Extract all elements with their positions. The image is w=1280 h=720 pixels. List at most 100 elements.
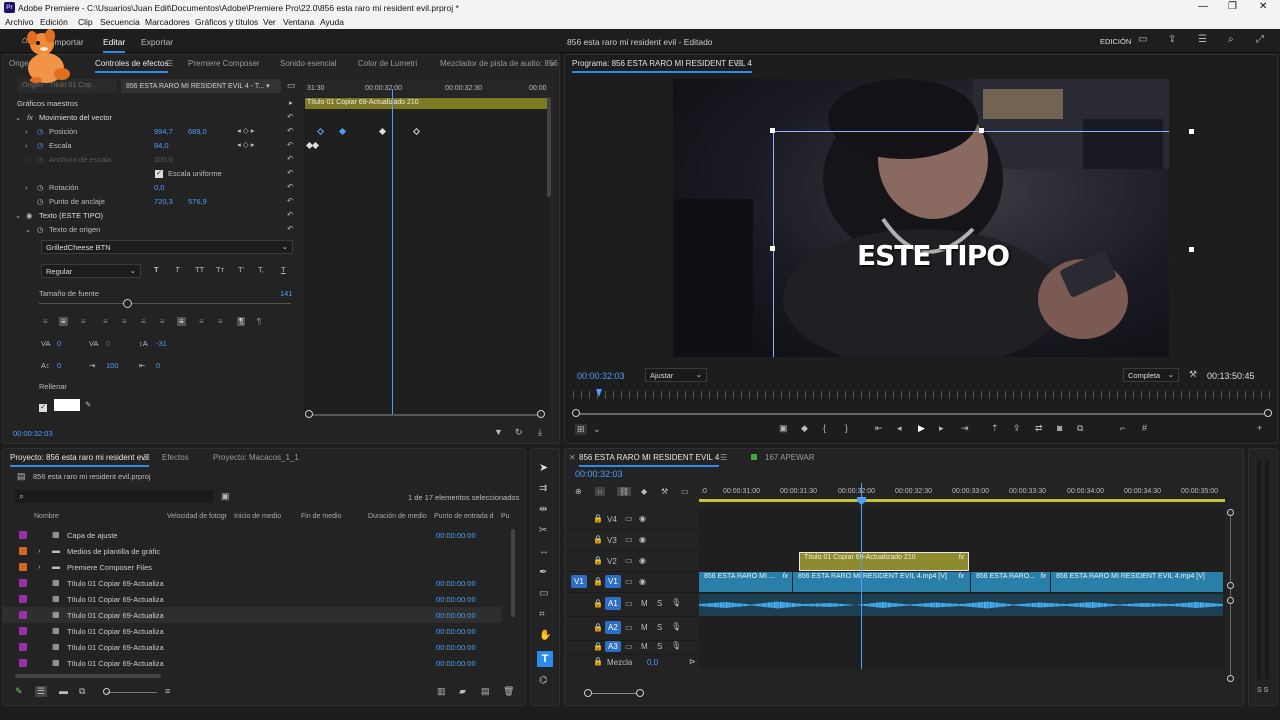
position-expand-icon[interactable]: › — [25, 127, 28, 140]
menu-lines-icon[interactable]: ☰ — [1198, 34, 1207, 45]
list-item[interactable]: ▦ Título 01 Copiar 69-Actualiza 00:00:00:0… — [3, 575, 501, 591]
list-item[interactable]: ▦ Capa de ajuste 00:00:00:00 — [3, 527, 501, 543]
sync-icon[interactable]: ▭ — [625, 556, 633, 565]
font-style-dropdown[interactable]: Regular ⌄ — [41, 264, 141, 278]
position-keyframe-nav[interactable]: ◂ ◇ ▸ — [237, 126, 254, 139]
top-align-icon[interactable]: ≡ — [177, 317, 186, 326]
wrench-icon[interactable]: ⚒ — [661, 487, 668, 496]
sync-icon[interactable]: ▭ — [625, 642, 633, 651]
play-icon[interactable]: ▶ — [918, 423, 925, 434]
track-v3-label[interactable]: V3 — [607, 536, 617, 545]
zoom-slider[interactable] — [107, 692, 157, 693]
smallcaps-button[interactable]: Tт — [216, 265, 224, 278]
keyframe-icon[interactable] — [412, 127, 421, 136]
work-area-bar[interactable] — [699, 499, 1225, 502]
track-v2-label[interactable]: V2 — [607, 557, 617, 566]
font-size-value[interactable]: 141 — [280, 289, 293, 302]
wrench-icon[interactable]: ⚒ — [1189, 369, 1197, 380]
program-ruler[interactable] — [573, 391, 1271, 399]
tab-proyecto[interactable]: Proyecto: 856 esta raro mi resident evil — [10, 453, 149, 467]
reset-icon[interactable]: ↶ — [287, 182, 293, 195]
video-clip[interactable]: 856 ESTA RARO MI ... fx — [699, 572, 793, 592]
col-pu[interactable]: Pu — [501, 513, 510, 520]
list-item[interactable]: ▦ Título 01 Copiar 69-Actualiza 00:00:00:0… — [3, 607, 501, 623]
vscroll-handle[interactable] — [1227, 597, 1234, 604]
tab-color-lumetri[interactable]: Color de Lumetri — [358, 59, 417, 68]
tab-mezclador[interactable]: Mezclador de pista de audio: 856 — [440, 59, 558, 68]
bbox-handle[interactable] — [770, 128, 775, 133]
lock-icon[interactable]: 🔒 — [593, 599, 603, 608]
lock-icon[interactable]: 🔒 — [593, 642, 603, 651]
eyedropper-icon[interactable]: ✎ — [85, 400, 91, 413]
hscroll-handle-right[interactable] — [636, 689, 644, 697]
zoom-handle[interactable] — [103, 688, 110, 695]
sequence-close-icon[interactable]: ✕ — [569, 453, 576, 462]
zoom-handle-left[interactable] — [305, 410, 313, 418]
expand-icon[interactable]: › — [38, 562, 41, 571]
icon-view-icon[interactable]: ▬ — [59, 686, 68, 696]
scale-stopwatch-icon[interactable]: ◷ — [37, 141, 44, 154]
bbox-handle[interactable] — [1189, 247, 1194, 252]
lock-icon[interactable]: 🔒 — [593, 623, 603, 632]
tab-width-value[interactable]: 0 — [156, 361, 160, 374]
position-x-value[interactable]: 994,7 — [154, 127, 173, 140]
lift-icon[interactable]: ⇡ — [991, 423, 999, 434]
list-item[interactable]: ▦ Título 01 Copiar 69-Actualiza 00:00:00:0… — [3, 655, 501, 671]
automate-icon[interactable]: ▥ — [437, 686, 446, 697]
timeline-vscroll[interactable] — [1230, 513, 1231, 679]
rotation-expand-icon[interactable]: › — [25, 183, 28, 196]
track-v1-label[interactable]: V1 — [605, 575, 621, 588]
sync-icon[interactable]: ▭ — [625, 514, 633, 523]
label-color-swatch[interactable] — [19, 659, 27, 667]
sync-icon[interactable]: ▭ — [625, 535, 633, 544]
scale-keyframe-nav[interactable]: ◂ ◇ ▸ — [237, 140, 254, 153]
playhead-marker[interactable] — [857, 497, 866, 505]
mute-button[interactable]: M — [641, 599, 648, 608]
source-text-toggle-icon[interactable]: ⌄ — [25, 225, 31, 238]
marker-icon[interactable]: ▣ — [779, 423, 788, 434]
slip-icon[interactable]: ↔ — [539, 546, 549, 557]
expand-icon[interactable]: › — [38, 546, 41, 555]
underline-button[interactable]: T — [281, 265, 286, 278]
eye-icon[interactable]: ◉ — [639, 514, 646, 523]
tab-proyecto-macacos[interactable]: Proyecto: Macacos_1_1 — [213, 453, 299, 462]
list-item[interactable]: › ▬ Premiere Composer Files — [3, 559, 501, 575]
grid-icon[interactable]: # — [1142, 423, 1147, 433]
uniform-checkbox[interactable]: ✓ — [155, 170, 163, 178]
col-duracion[interactable]: Duración de medio — [368, 513, 427, 520]
label-color-swatch[interactable] — [19, 563, 27, 571]
list-item[interactable]: ▦ Título 01 Copiar 69-Actualiza 00:00:00:0… — [3, 591, 501, 607]
solo-button[interactable]: S — [657, 599, 662, 608]
scroll-handle-right[interactable] — [1264, 409, 1272, 417]
add-marker-icon[interactable]: ◆ — [641, 487, 647, 496]
multicam-icon[interactable]: ⧉ — [1077, 423, 1083, 434]
tab-editar[interactable]: Editar — [103, 37, 126, 53]
title-clip[interactable]: Título 01 Copiar 69-Actualizado 210 fx — [799, 552, 969, 571]
razor-icon[interactable]: ✂ — [539, 525, 547, 536]
program-timecode[interactable]: 00:00:32:03 — [577, 371, 625, 381]
extract-icon[interactable]: ⇪ — [1013, 423, 1021, 434]
close-icon[interactable]: ✕ — [1259, 1, 1267, 12]
new-item-icon[interactable]: ▤ — [481, 686, 490, 697]
track-a2-label[interactable]: A2 — [605, 621, 621, 634]
keyframe-icon[interactable] — [378, 127, 387, 136]
tab-premiere-composer[interactable]: Premiere Composer — [188, 59, 260, 68]
position-y-value[interactable]: 689,0 — [188, 127, 207, 140]
tab-apewar[interactable]: 167 APEWAR — [765, 453, 815, 462]
add-button-icon[interactable]: + — [1257, 423, 1262, 433]
effect-timecode[interactable]: 00:00:32:03 — [13, 429, 53, 438]
effect-scrollbar[interactable] — [547, 97, 551, 197]
tsume-value[interactable]: 100 — [106, 361, 119, 374]
project-scrollbar[interactable] — [511, 529, 515, 617]
justify-center-icon[interactable]: ≡ — [122, 317, 127, 326]
camera-icon[interactable]: ◙ — [1057, 423, 1062, 433]
allcaps-button[interactable]: TT — [195, 265, 204, 278]
label-color-swatch[interactable] — [19, 531, 27, 539]
new-bin-icon[interactable]: ▰ — [459, 686, 466, 697]
minimize-icon[interactable]: — — [1198, 1, 1208, 12]
meter-solo-labels[interactable]: S S — [1257, 687, 1268, 694]
mix-value[interactable]: 0,0 — [647, 658, 658, 667]
vscroll-handle[interactable] — [1227, 509, 1234, 516]
mark-out-icon[interactable]: } — [845, 423, 848, 433]
baseline-value[interactable]: 0 — [57, 361, 61, 374]
